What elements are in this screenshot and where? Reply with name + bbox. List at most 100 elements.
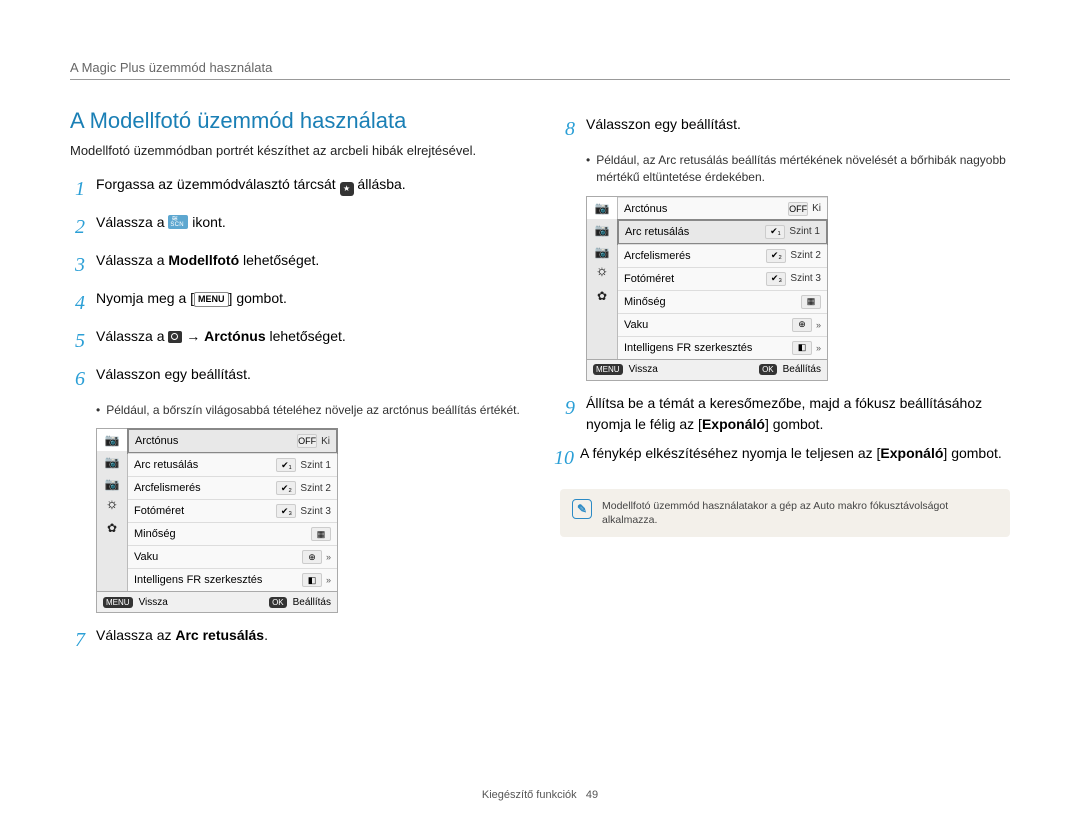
step: 3Válassza a Modellfotó lehetőséget. <box>70 250 520 280</box>
menu-row-icon: ✔₂ <box>276 481 296 495</box>
step-body: Válassza a Modellfotó lehetőséget. <box>96 250 520 280</box>
step-body: Nyomja meg a [MENU] gombot. <box>96 288 520 318</box>
menu-row: ArctónusOFFKi <box>128 429 337 453</box>
menu-footer-back-label: Vissza <box>629 364 658 375</box>
menu-row-value: Szint 2 <box>300 483 331 494</box>
menu-row-value: Szint 1 <box>300 460 331 471</box>
menu-row: Vaku⊕» <box>618 313 827 336</box>
chevron-right-icon: » <box>816 343 821 353</box>
menu-row-label: Minőség <box>134 528 307 540</box>
menu-row-icon: ◧ <box>302 573 322 587</box>
step-number: 9 <box>560 393 580 435</box>
menu-row: Arcfelismerés✔₂Szint 2 <box>618 244 827 267</box>
menu-row-label: Arc retusálás <box>134 459 272 471</box>
menu-tab: 🌣 <box>587 263 617 285</box>
breadcrumb: A Magic Plus üzemmód használata <box>70 60 1010 80</box>
menu-tab: 📷 <box>97 473 127 495</box>
menu-tab: ✿ <box>97 517 127 539</box>
camera-icon <box>168 331 182 343</box>
menu-row-label: Vaku <box>134 551 298 563</box>
menu-tab: 📷 <box>97 429 127 451</box>
menu-row-label: Arctónus <box>624 203 784 215</box>
intro-text: Modellfotó üzemmódban portrét készíthet … <box>70 142 520 160</box>
step: 1Forgassa az üzemmódválasztó tárcsát áll… <box>70 174 520 204</box>
step: 2Válassza a ikont. <box>70 212 520 242</box>
footer-label: Kiegészítő funkciók <box>482 789 577 801</box>
page-number: 49 <box>586 789 598 801</box>
page-footer: Kiegészítő funkciók 49 <box>0 789 1080 801</box>
menu-footer-back-label: Vissza <box>139 597 168 608</box>
step-number: 3 <box>70 250 90 280</box>
step-number: 8 <box>560 114 580 144</box>
menu-row: Arcfelismerés ✔₂ Szint 2 <box>128 476 337 499</box>
menu-row: Fotóméret✔₃Szint 3 <box>618 267 827 290</box>
step-number: 7 <box>70 625 90 655</box>
step-number: 6 <box>70 364 90 394</box>
manual-page: A Magic Plus üzemmód használata A Modell… <box>0 0 1080 815</box>
step-body: Válassza az Arc retusálás. <box>96 625 520 655</box>
left-column: A Modellfotó üzemmód használata Modellfo… <box>70 108 520 663</box>
menu-footer-ok-label: Beállítás <box>783 364 821 375</box>
step: 5Válassza a → Arctónus lehetőséget. <box>70 326 520 356</box>
step-body: Forgassa az üzemmódválasztó tárcsát állá… <box>96 174 520 204</box>
chevron-right-icon: » <box>816 320 821 330</box>
menu-row-icon: ▦ <box>311 527 331 541</box>
menu-row: Minőség▦ <box>618 290 827 313</box>
menu-row-value: Ki <box>321 436 330 447</box>
menu-row-label: Intelligens FR szerkesztés <box>134 574 298 586</box>
menu-row-icon: ◧ <box>792 341 812 355</box>
menu-row: Arctónus OFF Ki <box>618 197 827 220</box>
step: 4Nyomja meg a [MENU] gombot. <box>70 288 520 318</box>
menu-row-label: Fotóméret <box>134 505 272 517</box>
menu-row-icon: ▦ <box>801 295 821 309</box>
menu-row-label: Arc retusálás <box>625 226 761 238</box>
section-title: A Modellfotó üzemmód használata <box>70 108 520 134</box>
step-body: A fénykép elkészítéséhez nyomja le telje… <box>580 443 1010 473</box>
menu-row-icon: ✔₁ <box>765 225 785 239</box>
menu-row-icon: ✔₁ <box>276 458 296 472</box>
menu-row-icon: ✔₃ <box>766 272 786 286</box>
menu-row-icon: ⊕ <box>302 550 322 564</box>
menu-footer-ok-btn: OK <box>759 364 777 375</box>
content-columns: A Modellfotó üzemmód használata Modellfo… <box>70 108 1010 663</box>
step-body: Válassza a → Arctónus lehetőséget. <box>96 326 520 356</box>
step-body: Állítsa be a témát a keresőmezőbe, majd … <box>586 393 1010 435</box>
step: 6Válasszon egy beállítást. <box>70 364 520 394</box>
step-number: 2 <box>70 212 90 242</box>
menu-row-value: Ki <box>812 203 821 214</box>
menu-row: Minőség ▦ <box>128 522 337 545</box>
menu-row-icon: ✔₂ <box>766 249 786 263</box>
menu-row-value: Szint 1 <box>789 226 820 237</box>
note-icon: ✎ <box>572 499 592 519</box>
menu-footer-back-btn: MENU <box>103 597 133 608</box>
star-mode-icon <box>340 182 354 196</box>
menu-tab: 🌣 <box>97 495 127 517</box>
menu-row-icon: OFF <box>788 202 808 216</box>
menu-row: Fotóméret✔₃Szint 3 <box>128 499 337 522</box>
menu-row-label: Vaku <box>624 319 788 331</box>
step: 10A fénykép elkészítéséhez nyomja le tel… <box>560 443 1010 473</box>
step-number: 4 <box>70 288 90 318</box>
step: 7Válassza az Arc retusálás. <box>70 625 520 655</box>
step-body: Válasszon egy beállítást. <box>96 364 520 394</box>
menu-row: Intelligens FR szerkesztés ◧ » <box>128 568 337 591</box>
camera-menu-mock: 📷📷📷🌣✿ArctónusOFFKiArc retusálás✔₁Szint 1… <box>96 428 338 613</box>
menu-row-label: Arcfelismerés <box>134 482 272 494</box>
step-number: 1 <box>70 174 90 204</box>
camera-menu-mock: 📷📷📷🌣✿ArctónusOFFKiArc retusálás✔₁Szint 1… <box>586 196 828 381</box>
menu-row-value: Szint 2 <box>790 250 821 261</box>
menu-row-value: Szint 3 <box>300 506 331 517</box>
step-body: Válasszon egy beállítást. <box>586 114 1010 144</box>
menu-footer-ok-label: Beállítás <box>293 597 331 608</box>
scn-icon <box>168 215 188 229</box>
step-number: 5 <box>70 326 90 356</box>
menu-footer-ok-btn: OK <box>269 597 287 608</box>
chevron-right-icon: » <box>326 575 331 585</box>
step: 8Válasszon egy beállítást. <box>560 114 1010 144</box>
menu-tab: 📷 <box>97 451 127 473</box>
menu-tab: 📷 <box>587 197 617 219</box>
step-sub-bullet: Például, a bőrszín világosabbá tételéhez… <box>96 402 520 419</box>
menu-tab: ✿ <box>587 285 617 307</box>
menu-row-label: Intelligens FR szerkesztés <box>624 342 788 354</box>
menu-row-icon: OFF <box>297 434 317 448</box>
